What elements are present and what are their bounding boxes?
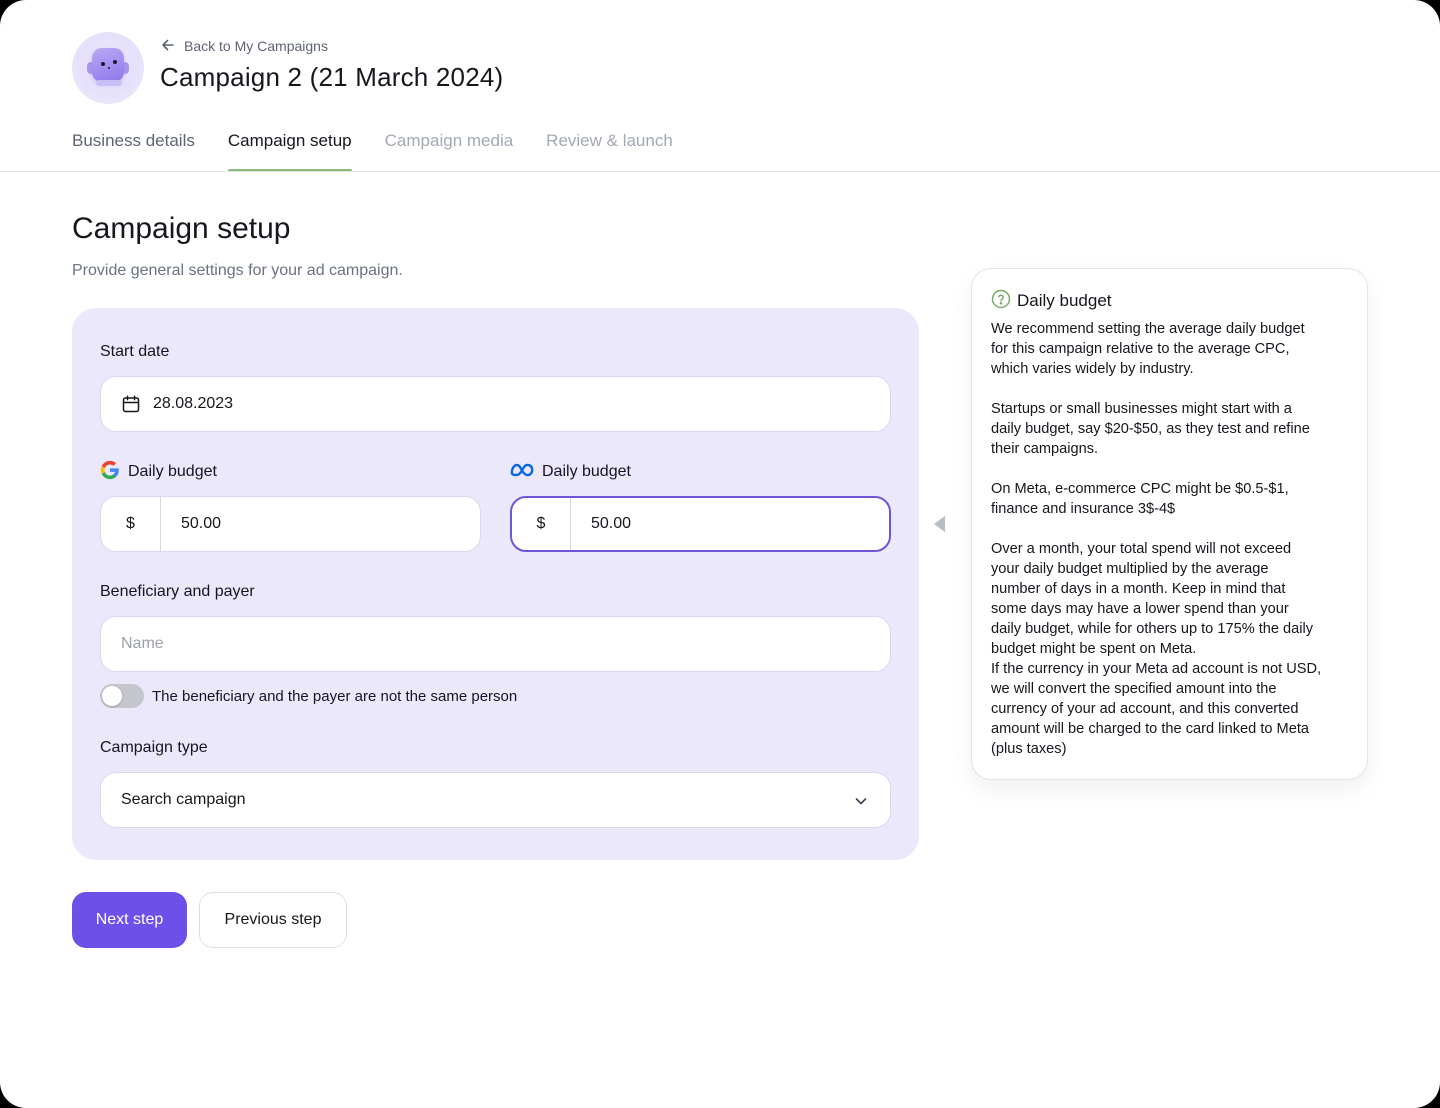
toggle-knob <box>102 686 122 706</box>
chevron-down-icon <box>852 792 870 810</box>
google-logo-icon <box>100 460 120 485</box>
campaign-setup-form: Start date 28.08.2023 Daily budget $ 50.… <box>72 308 919 860</box>
avatar-mascot <box>92 48 124 82</box>
tab-review-launch[interactable]: Review & launch <box>546 128 673 172</box>
campaign-type-label: Campaign type <box>100 736 208 760</box>
meta-budget-label: Daily budget <box>510 460 631 484</box>
collapse-info-panel-icon[interactable] <box>934 516 945 532</box>
beneficiary-label-text: Beneficiary and payer <box>100 583 255 600</box>
back-to-campaigns-link[interactable]: Back to My Campaigns <box>160 36 328 56</box>
meta-budget-label-text: Daily budget <box>542 463 631 480</box>
avatar-mascot-mouth <box>108 67 110 69</box>
beneficiary-label: Beneficiary and payer <box>100 580 255 604</box>
google-daily-budget-input[interactable]: $ 50.00 <box>100 496 481 552</box>
start-date-label: Start date <box>100 340 169 364</box>
beneficiary-name-field <box>100 616 891 672</box>
avatar-mascot-eye <box>101 62 105 66</box>
meta-daily-budget-input[interactable]: $ 50.00 <box>510 496 891 552</box>
beneficiary-payer-toggle[interactable] <box>100 684 144 708</box>
tab-business-details[interactable]: Business details <box>72 128 195 172</box>
tab-campaign-media[interactable]: Campaign media <box>385 128 514 172</box>
google-budget-value: 50.00 <box>181 515 222 532</box>
google-currency-symbol: $ <box>101 497 161 551</box>
app-window: Back to My Campaigns Campaign 2 (21 Marc… <box>0 0 1440 1108</box>
help-panel-title: Daily budget <box>1017 291 1112 310</box>
campaign-type-select[interactable]: Search campaign <box>100 772 891 828</box>
meta-logo-icon <box>510 462 534 483</box>
campaign-type-value: Search campaign <box>121 791 246 808</box>
daily-budget-help-panel: Daily budget We recommend setting the av… <box>971 268 1368 780</box>
start-date-label-text: Start date <box>100 343 170 360</box>
google-budget-label: Daily budget <box>100 460 217 484</box>
question-circle-icon <box>991 289 1011 314</box>
section-subtitle: Provide general settings for your ad cam… <box>72 262 403 279</box>
beneficiary-toggle-row: The beneficiary and the payer are not th… <box>100 684 517 708</box>
arrow-left-icon <box>160 37 176 56</box>
avatar-mascot-eye <box>113 60 117 64</box>
campaign-avatar <box>72 32 144 104</box>
step-tabs: Business details Campaign setup Campaign… <box>72 128 673 172</box>
tabs-divider <box>0 171 1440 172</box>
next-step-button[interactable]: Next step <box>72 892 187 948</box>
campaign-type-label-text: Campaign type <box>100 739 208 756</box>
help-paragraph: If the currency in your Meta ad account … <box>991 661 1322 757</box>
beneficiary-toggle-label: The beneficiary and the payer are not th… <box>152 687 518 705</box>
tab-campaign-setup[interactable]: Campaign setup <box>227 128 352 172</box>
start-date-value: 28.08.2023 <box>153 395 234 412</box>
help-paragraph: We recommend setting the average daily b… <box>991 321 1305 377</box>
help-paragraph: Over a month, your total spend will not … <box>991 541 1314 657</box>
help-panel-header: Daily budget <box>991 289 1348 313</box>
meta-currency-symbol: $ <box>512 498 571 550</box>
calendar-icon <box>121 394 141 414</box>
start-date-field[interactable]: 28.08.2023 <box>100 376 891 432</box>
meta-budget-value: 50.00 <box>591 515 632 532</box>
campaign-title: Campaign 2 (21 March 2024) <box>160 62 504 92</box>
google-budget-label-text: Daily budget <box>128 463 217 480</box>
beneficiary-name-input[interactable] <box>101 617 890 671</box>
avatar-mascot-feet <box>96 80 122 86</box>
help-paragraph: On Meta, e-commerce CPC might be $0.5-$1… <box>991 481 1289 517</box>
previous-step-button[interactable]: Previous step <box>199 892 347 948</box>
back-link-label: Back to My Campaigns <box>184 38 328 54</box>
help-paragraph: Startups or small businesses might start… <box>991 401 1310 457</box>
help-panel-body: We recommend setting the average daily b… <box>991 319 1348 759</box>
section-title: Campaign setup <box>72 212 291 245</box>
